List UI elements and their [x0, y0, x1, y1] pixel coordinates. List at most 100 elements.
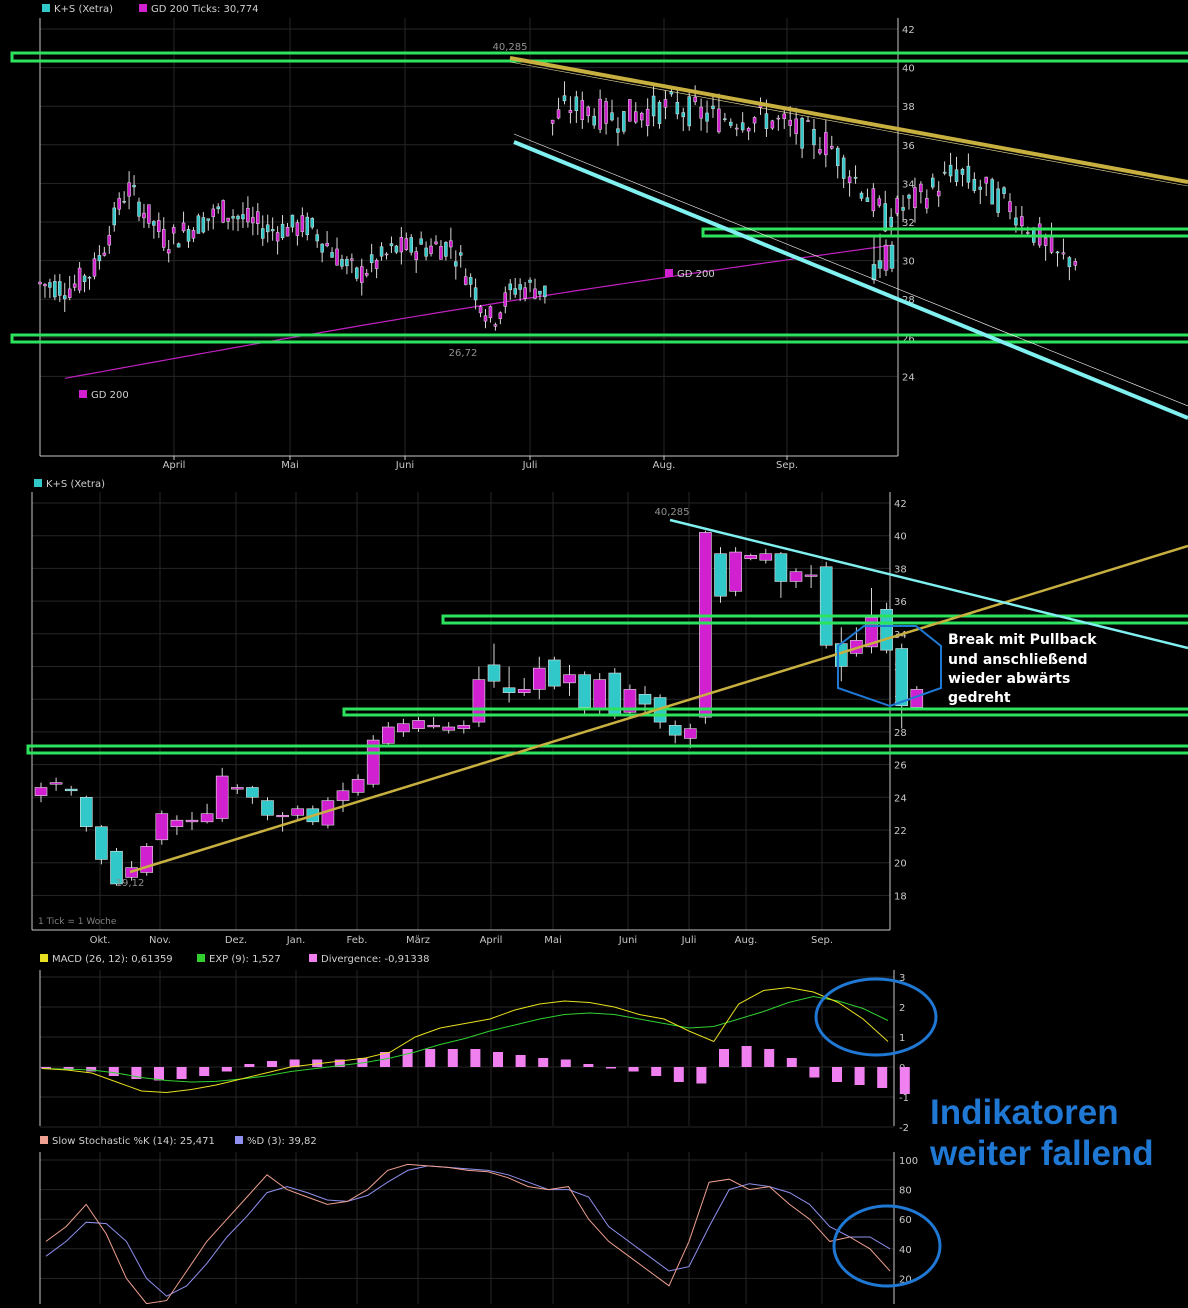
y-tick-label: 38	[902, 102, 915, 113]
candle-body	[824, 132, 828, 156]
candle-body	[931, 177, 935, 188]
candle-body	[711, 105, 715, 109]
candle-body	[181, 222, 186, 232]
candle-body	[550, 119, 555, 124]
histogram-bar	[899, 1067, 910, 1094]
high-label: 40,285	[655, 507, 690, 518]
y-tick-label: 18	[894, 891, 907, 902]
candle-body	[578, 674, 591, 708]
histogram-bar	[221, 1067, 232, 1072]
candle-body	[683, 728, 697, 739]
candle-body	[984, 176, 988, 184]
candle-body	[1014, 217, 1018, 226]
y-tick-label: 34	[902, 179, 915, 190]
candle-body	[64, 788, 78, 792]
histogram-bar	[719, 1049, 729, 1067]
candle-body	[360, 266, 364, 283]
candle-body	[478, 306, 483, 314]
y-tick-label: 40	[899, 1245, 912, 1256]
candle-body	[200, 813, 214, 823]
candle-body	[841, 157, 846, 179]
candle-body	[616, 128, 620, 133]
x-tick-label: Sep.	[811, 935, 833, 946]
candle-body	[830, 146, 834, 149]
candle-body	[112, 207, 116, 226]
candle-body	[966, 165, 971, 183]
candle-body	[127, 182, 131, 197]
candle-body	[211, 208, 215, 217]
candle-body	[137, 201, 141, 217]
legend-swatch-ks	[42, 4, 50, 12]
candle-body	[532, 667, 546, 690]
candle-body	[776, 117, 781, 120]
callout-line-3: wieder abwärts	[948, 671, 1070, 687]
candle-body	[638, 693, 652, 705]
x-tick-label: Mai	[281, 460, 299, 471]
legend-swatch-stoch-d	[235, 1136, 243, 1144]
candle-body	[819, 566, 833, 646]
candle-body	[889, 244, 895, 269]
candle-body	[782, 113, 787, 120]
legend-exp-label: EXP (9): 1,527	[209, 954, 281, 965]
candle-body	[381, 726, 395, 744]
histogram-bar	[696, 1067, 707, 1084]
candle-body	[171, 227, 176, 234]
candle-body	[261, 800, 274, 816]
histogram-bar	[470, 1049, 481, 1067]
candle-body	[919, 183, 923, 193]
candle-body	[622, 111, 626, 132]
candle-body	[865, 197, 870, 202]
candle-body	[176, 243, 181, 248]
candle-body	[48, 282, 52, 288]
candle-body	[759, 553, 773, 561]
histogram-bar	[560, 1059, 571, 1067]
y-tick-label: 38	[894, 564, 907, 575]
candle-body	[463, 276, 468, 285]
low-label: 19,12	[116, 878, 145, 889]
legend-macd-label: MACD (26, 12): 0,61359	[52, 954, 173, 965]
candle-body	[705, 112, 709, 122]
y-tick-label: 42	[894, 499, 907, 510]
candle-body	[871, 264, 877, 281]
candle-body	[954, 169, 959, 182]
x-tick-label: Aug.	[653, 460, 676, 471]
y-tick-label: 32	[902, 218, 915, 229]
y-tick-label: 1	[899, 1033, 905, 1044]
candle-body	[593, 679, 607, 710]
candle-body	[142, 212, 146, 219]
candle-body	[166, 249, 171, 254]
candle-body	[835, 147, 840, 167]
y-tick-label: 100	[899, 1156, 918, 1167]
candle-body	[1037, 223, 1042, 246]
candle-body	[1002, 187, 1006, 194]
y-tick-label: 36	[902, 141, 915, 152]
candle-body	[305, 216, 310, 235]
candle-body	[355, 267, 359, 279]
x-tick-label: Aug.	[735, 935, 758, 946]
candle-body	[657, 102, 662, 124]
candle-body	[543, 285, 547, 298]
legend-swatch-stoch-k	[40, 1136, 48, 1144]
candle-body	[925, 198, 929, 209]
histogram-bar	[741, 1046, 752, 1067]
candle-body	[1020, 216, 1024, 227]
candle-body	[261, 228, 265, 239]
candle-body	[580, 100, 585, 121]
candle-body	[668, 725, 682, 736]
candle-body	[132, 184, 136, 188]
candle-body	[513, 288, 517, 295]
candle-body	[574, 96, 579, 112]
candle-body	[729, 551, 742, 592]
candle-body	[1049, 236, 1054, 253]
candle-body	[236, 215, 240, 220]
histogram-bar	[854, 1067, 865, 1085]
candle-body	[1073, 261, 1078, 266]
histogram-bar	[538, 1058, 549, 1067]
candle-body	[290, 214, 295, 228]
legend-gd200-label: GD 200 Ticks: 30,774	[151, 4, 259, 15]
candle-body	[789, 571, 803, 582]
candle-body	[246, 787, 259, 798]
candle-body	[533, 288, 537, 299]
candle-body	[419, 238, 423, 245]
candle-body	[350, 258, 354, 261]
